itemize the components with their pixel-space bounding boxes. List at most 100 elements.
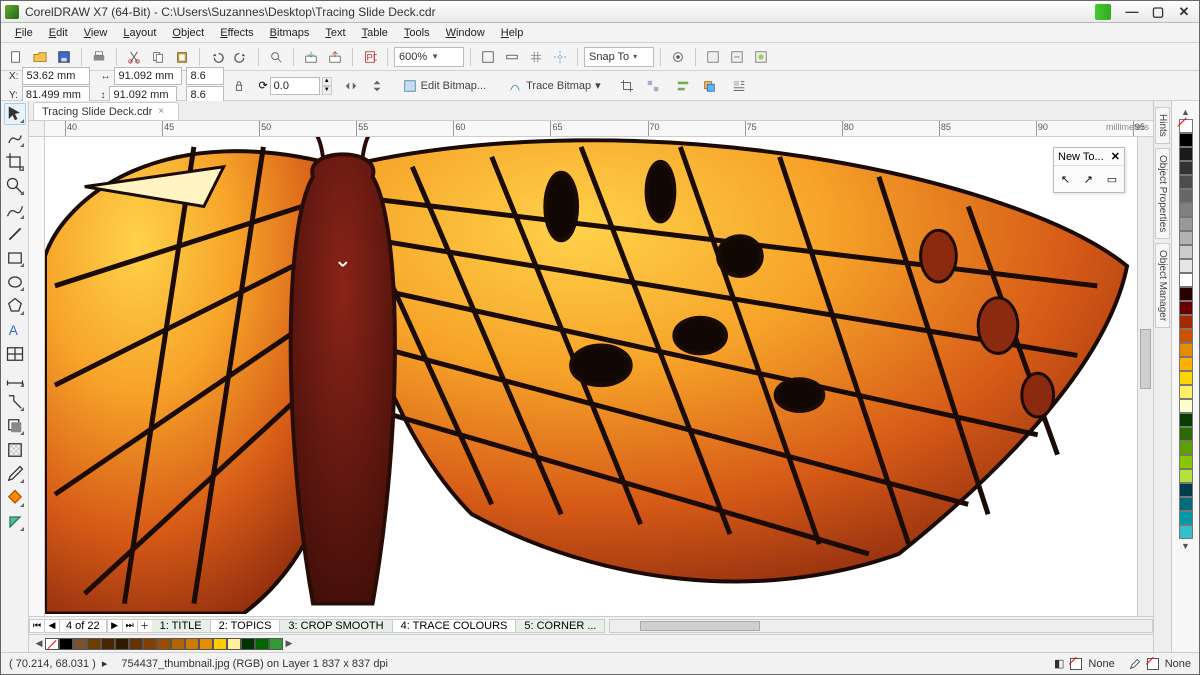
color-swatch[interactable] [1179, 133, 1193, 147]
color-swatch[interactable] [1179, 399, 1193, 413]
shape-tool[interactable] [4, 127, 26, 149]
color-swatch[interactable] [1179, 203, 1193, 217]
color-swatch[interactable] [227, 638, 241, 650]
color-swatch[interactable] [1179, 413, 1193, 427]
page-tab-1[interactable]: 1: TITLE [152, 619, 211, 633]
color-swatch[interactable] [73, 638, 87, 650]
color-swatch[interactable] [1179, 273, 1193, 287]
snap-combo[interactable]: Snap To▾ [584, 47, 654, 67]
color-swatch[interactable] [213, 638, 227, 650]
color-swatch[interactable] [1179, 511, 1193, 525]
import-button[interactable] [300, 46, 322, 68]
maximize-button[interactable]: ▢ [1147, 4, 1169, 20]
print-button[interactable] [88, 46, 110, 68]
freehand-tool[interactable] [4, 199, 26, 221]
color-swatch[interactable] [1179, 441, 1193, 455]
color-swatch[interactable] [1179, 259, 1193, 273]
show-guides-button[interactable] [549, 46, 571, 68]
color-swatch[interactable] [157, 638, 171, 650]
outline-swatch[interactable] [1147, 658, 1159, 670]
color-swatch[interactable] [101, 638, 115, 650]
color-swatch[interactable] [1179, 231, 1193, 245]
show-rulers-button[interactable] [501, 46, 523, 68]
color-swatch[interactable] [1179, 175, 1193, 189]
polygon-tool[interactable] [4, 295, 26, 317]
rectangle-tool[interactable] [4, 247, 26, 269]
new-button[interactable] [5, 46, 27, 68]
color-swatch[interactable] [1179, 469, 1193, 483]
color-swatch[interactable] [129, 638, 143, 650]
page-next[interactable]: ▶ [107, 619, 123, 633]
color-swatch[interactable] [87, 638, 101, 650]
canvas[interactable]: New To... ✕ ↖ ↗ ▭ [45, 137, 1137, 616]
color-swatch[interactable] [1179, 217, 1193, 231]
color-swatch[interactable] [1179, 343, 1193, 357]
vertical-scrollbar[interactable] [1137, 137, 1153, 616]
page-tab-3[interactable]: 3: CROP SMOOTH [280, 619, 392, 633]
mirror-h-button[interactable] [340, 75, 362, 97]
float-tool-3[interactable]: ▭ [1107, 173, 1117, 186]
artistic-media-tool[interactable] [4, 223, 26, 245]
object-properties-tab[interactable]: Object Properties [1155, 148, 1170, 239]
x-position[interactable]: 53.62 mm [22, 67, 90, 85]
redo-button[interactable] [230, 46, 252, 68]
export-button[interactable] [324, 46, 346, 68]
color-swatch[interactable] [1179, 147, 1193, 161]
edit-bitmap-button[interactable]: Edit Bitmap... [396, 75, 493, 97]
launch-button-2[interactable] [726, 46, 748, 68]
page-prev[interactable]: ◀ [44, 619, 60, 633]
palette-next[interactable]: ▶ [283, 638, 295, 649]
trace-bitmap-button[interactable]: Trace Bitmap ▾ [501, 75, 608, 97]
undo-button[interactable] [206, 46, 228, 68]
menu-edit[interactable]: Edit [41, 25, 76, 41]
page-tab-2[interactable]: 2: TOPICS [211, 619, 281, 633]
ellipse-tool[interactable] [4, 271, 26, 293]
color-swatch[interactable] [1179, 385, 1193, 399]
float-tool-2[interactable]: ↗ [1084, 173, 1093, 186]
color-swatch[interactable] [171, 638, 185, 650]
order-button[interactable] [698, 75, 720, 97]
vertical-ruler[interactable] [29, 137, 45, 616]
page-add[interactable]: ＋ [137, 619, 153, 633]
object-manager-tab[interactable]: Object Manager [1155, 243, 1170, 328]
color-swatch[interactable] [1179, 483, 1193, 497]
copy-button[interactable] [147, 46, 169, 68]
color-swatch[interactable] [115, 638, 129, 650]
page-last[interactable]: ⏭ [122, 619, 138, 633]
color-swatch[interactable] [59, 638, 73, 650]
color-swatch[interactable] [1179, 189, 1193, 203]
menu-bitmaps[interactable]: Bitmaps [262, 25, 318, 41]
options-button[interactable] [667, 46, 689, 68]
show-grid-button[interactable] [525, 46, 547, 68]
page-tab-4[interactable]: 4: TRACE COLOURS [393, 619, 517, 633]
connector-tool[interactable] [4, 391, 26, 413]
color-swatch[interactable] [1179, 455, 1193, 469]
next-icon[interactable]: ▸ [102, 657, 108, 670]
dimension-tool[interactable] [4, 367, 26, 389]
color-swatch[interactable] [199, 638, 213, 650]
color-swatch[interactable] [1179, 287, 1193, 301]
color-swatch[interactable] [1179, 315, 1193, 329]
menu-effects[interactable]: Effects [212, 25, 261, 41]
color-swatch[interactable] [1179, 301, 1193, 315]
page-first[interactable]: ⏮ [29, 619, 45, 633]
color-swatch[interactable] [143, 638, 157, 650]
paste-button[interactable] [171, 46, 193, 68]
interactive-fill-tool[interactable] [4, 487, 26, 509]
hints-tab[interactable]: Hints [1155, 107, 1170, 144]
no-color-swatch[interactable] [1179, 119, 1193, 133]
palette-up[interactable]: ▲ [1181, 107, 1190, 117]
rotation-field[interactable]: 0.0 [270, 77, 320, 95]
color-swatch[interactable] [1179, 245, 1193, 259]
mirror-v-button[interactable] [366, 75, 388, 97]
zoom-tool[interactable] [4, 175, 26, 197]
width-field[interactable]: 91.092 mm [114, 67, 182, 85]
search-button[interactable] [265, 46, 287, 68]
text-tool[interactable]: A [4, 319, 26, 341]
launch-button-1[interactable] [702, 46, 724, 68]
pick-tool[interactable] [4, 103, 26, 125]
color-swatch[interactable] [1179, 161, 1193, 175]
horizontal-ruler[interactable]: millimeters 404550556065707580859095 [45, 121, 1153, 137]
smart-fill-tool[interactable] [4, 511, 26, 533]
open-button[interactable] [29, 46, 51, 68]
